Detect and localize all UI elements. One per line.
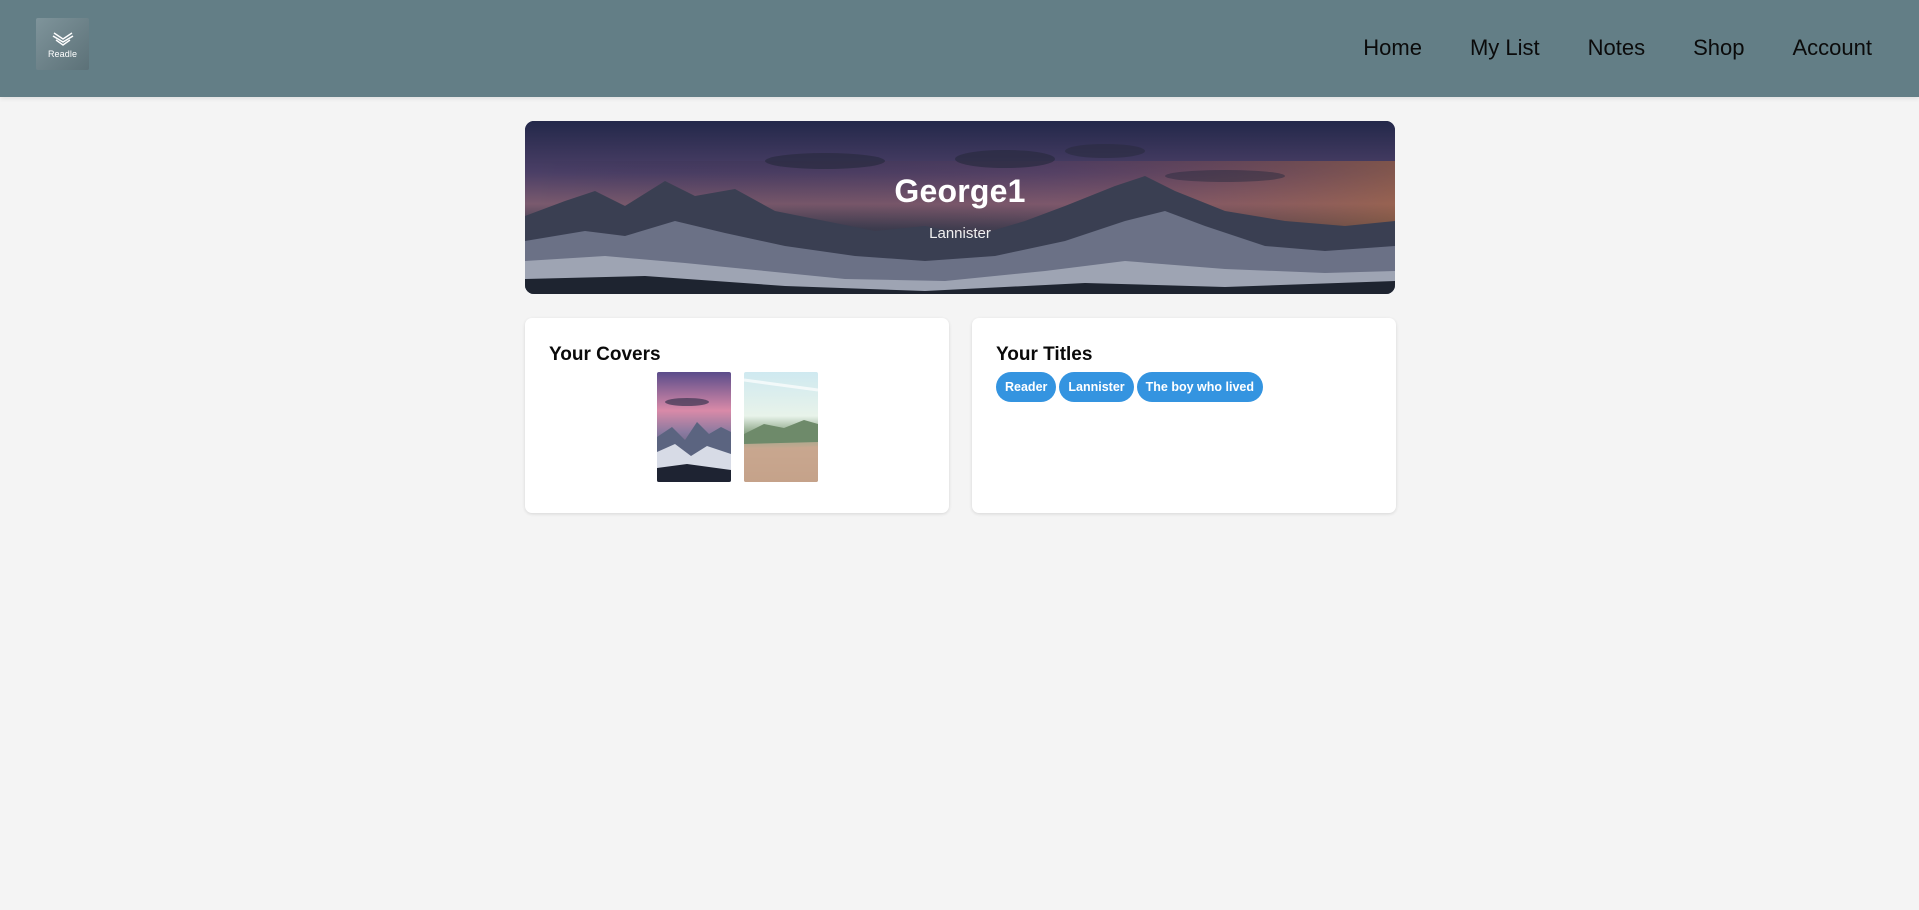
titles-badge-list: Reader Lannister The boy who lived xyxy=(996,372,1263,402)
nav-shop[interactable]: Shop xyxy=(1693,34,1744,62)
titles-card-title: Your Titles xyxy=(996,344,1093,365)
nav-home[interactable]: Home xyxy=(1363,34,1422,62)
title-badge-boy-who-lived[interactable]: The boy who lived xyxy=(1136,372,1263,402)
profile-subtitle: Lannister xyxy=(929,225,991,242)
profile-banner: George1 Lannister xyxy=(525,121,1395,294)
book-wings-icon xyxy=(52,31,73,46)
covers-gallery xyxy=(657,372,818,482)
top-navigation-bar: Readle Home My List Notes Shop Account xyxy=(0,0,1919,97)
nav-account[interactable]: Account xyxy=(1793,34,1873,62)
nav-notes[interactable]: Notes xyxy=(1588,34,1645,62)
main-nav: Home My List Notes Shop Account xyxy=(1363,34,1872,62)
title-badge-reader[interactable]: Reader xyxy=(996,372,1057,402)
nav-my-list[interactable]: My List xyxy=(1470,34,1540,62)
titles-card: Your Titles Reader Lannister The boy who… xyxy=(972,318,1396,513)
title-badge-lannister[interactable]: Lannister xyxy=(1059,372,1134,402)
covers-card: Your Covers xyxy=(525,318,949,513)
covers-card-title: Your Covers xyxy=(549,344,661,365)
logo-text: Readle xyxy=(47,48,78,59)
profile-username: George1 xyxy=(894,173,1026,209)
cover-thumbnail-mountain[interactable] xyxy=(657,372,731,482)
readle-logo[interactable]: Readle xyxy=(36,18,89,70)
cover-thumbnail-landscape[interactable] xyxy=(744,372,818,482)
